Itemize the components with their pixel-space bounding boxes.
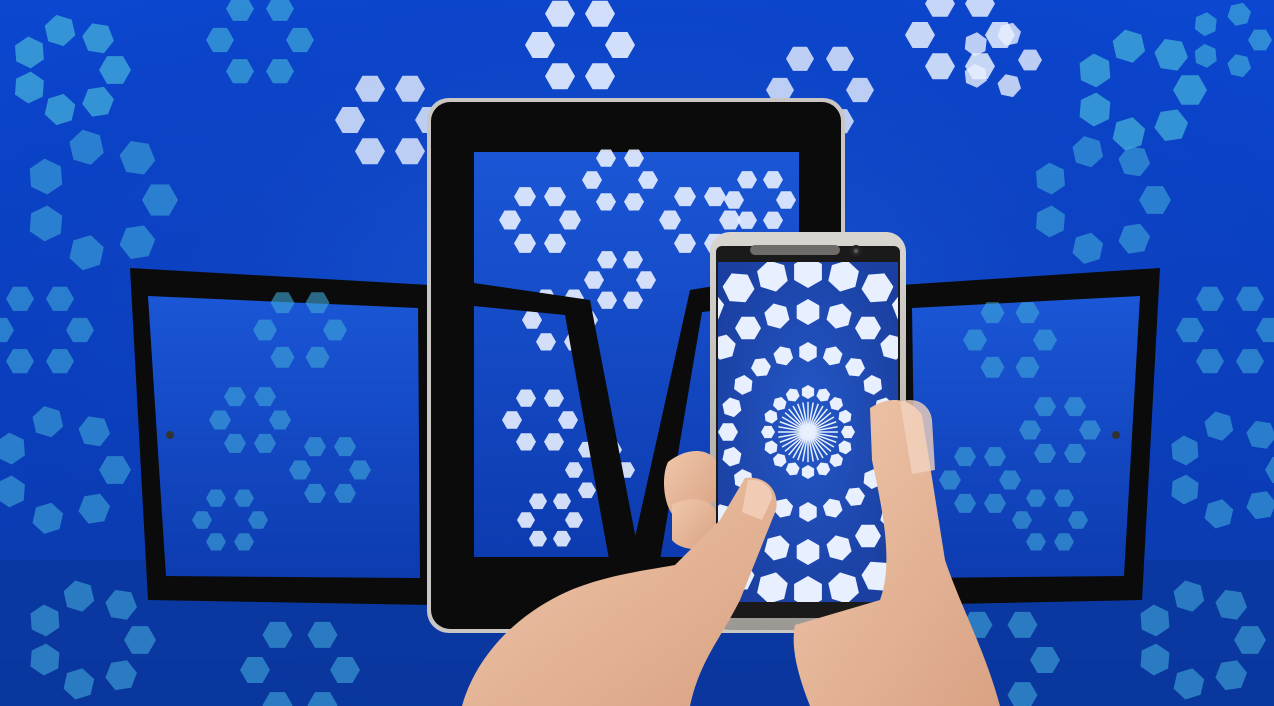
- tablet-left-screen: [148, 296, 420, 578]
- speaker-grille-icon: [750, 245, 840, 255]
- illustration-canvas: [0, 0, 1274, 706]
- tablet-left-camera-icon: [166, 431, 174, 439]
- scene: [0, 0, 1274, 706]
- tablet-right-camera-icon: [1112, 431, 1120, 439]
- tablet-left: [130, 268, 432, 605]
